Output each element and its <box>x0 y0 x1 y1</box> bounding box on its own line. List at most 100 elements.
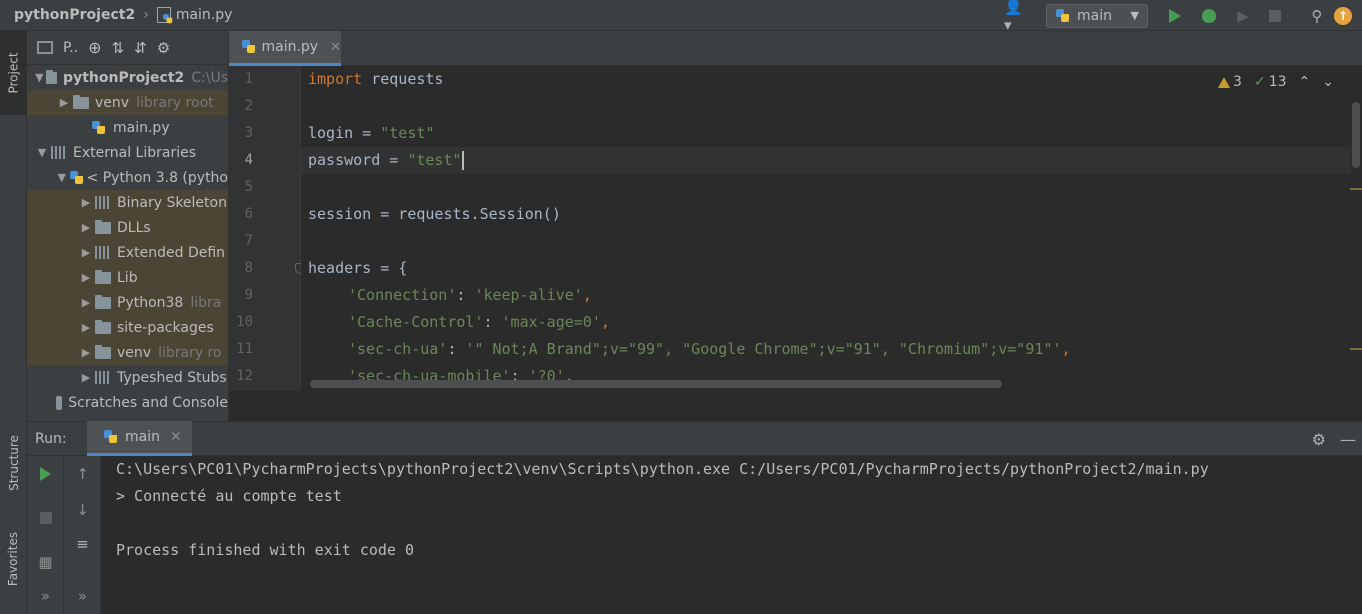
up-arrow-icon[interactable]: ↑ <box>64 460 101 488</box>
run-tool-window-header: Run: main ✕ ⚙ — <box>27 421 1362 456</box>
tab-label: main.py <box>261 39 319 55</box>
breadcrumb: pythonProject2 › main.py <box>0 7 233 24</box>
run-icon[interactable] <box>1162 3 1188 29</box>
close-icon[interactable]: ✕ <box>330 40 341 55</box>
code-line: login = "test" <box>308 124 435 142</box>
inspection-widget[interactable]: 3 ✓ 13 ⌃ ⌄ <box>1218 74 1334 90</box>
tree-item-external-libraries[interactable]: ▼ External Libraries <box>27 140 228 165</box>
console-line: > Connecté au compte test <box>116 487 342 505</box>
text-caret <box>461 151 464 170</box>
search-icon[interactable]: ⚲ <box>1304 3 1330 29</box>
line-number: 6 <box>244 206 253 222</box>
tree-item-project-root[interactable]: ▼ pythonProject2 C:\Us <box>27 65 228 90</box>
error-stripe-marker[interactable] <box>1350 188 1362 190</box>
tree-item-binary-skeletons[interactable]: ▶ Binary Skeleton <box>27 190 228 215</box>
check-icon: ✓ <box>1253 74 1266 90</box>
breadcrumb-file[interactable]: main.py <box>176 7 233 23</box>
breadcrumb-project[interactable]: pythonProject2 <box>14 7 135 23</box>
left-tool-strip: Project Structure Favorites <box>0 31 27 614</box>
code-line: import requests <box>308 70 444 88</box>
tree-item-lib[interactable]: ▶ Lib <box>27 265 228 290</box>
code-line: password = "test" <box>308 151 464 170</box>
console-actions-toolbar: ↑ ↓ ≡ » <box>64 456 101 614</box>
gear-icon[interactable]: ⚙ <box>157 39 170 57</box>
minimize-icon[interactable]: — <box>1340 430 1356 449</box>
code-line: session = requests.Session() <box>308 205 561 223</box>
code-editor[interactable]: import requests login = "test" password … <box>301 66 1351 391</box>
line-number: 4 <box>244 152 253 168</box>
run-configuration-label: main <box>1077 7 1112 24</box>
line-number: 9 <box>244 287 253 303</box>
code-line: 'Connection': 'keep-alive', <box>348 286 592 304</box>
tree-item-extended-definitions[interactable]: ▶ Extended Defin <box>27 240 228 265</box>
collapse-icon[interactable]: ⇵ <box>134 39 147 57</box>
line-number: 5 <box>244 179 253 195</box>
favorites-tool-tab[interactable]: Favorites <box>0 519 27 599</box>
project-view-select[interactable]: P.. <box>63 40 78 56</box>
user-icon[interactable]: 👤▾ <box>1004 0 1030 34</box>
line-number: 11 <box>236 341 253 357</box>
tab-main-py[interactable]: main.py ✕ <box>229 31 341 66</box>
debug-icon[interactable] <box>1196 3 1222 29</box>
warning-icon <box>1218 76 1231 88</box>
editor-vertical-scrollbar[interactable] <box>1352 102 1360 168</box>
stop-icon[interactable] <box>27 504 64 532</box>
line-number: 12 <box>236 368 253 384</box>
tree-item-python38[interactable]: ▶ Python38 libra <box>27 290 228 315</box>
line-number-gutter: 1 2 3 4 5 6 7 8 9 10 11 12 <box>229 66 301 391</box>
layout-icon[interactable]: ▦ <box>27 548 64 576</box>
project-tool-tab[interactable]: Project <box>0 31 27 115</box>
project-panel: P.. ⊕ ⇅ ⇵ ⚙ ▼ pythonProject2 C:\Us ▶ venv… <box>27 31 229 421</box>
line-number: 10 <box>236 314 253 330</box>
code-line: headers = { <box>308 259 408 277</box>
rerun-icon[interactable] <box>27 460 64 488</box>
line-number: 8 <box>244 260 253 276</box>
python-file-icon <box>156 7 173 24</box>
more-icon[interactable]: » <box>64 582 101 610</box>
tree-item-scratches[interactable]: Scratches and Console <box>27 390 228 415</box>
gear-icon[interactable]: ⚙ <box>1312 430 1326 449</box>
tree-item-venv[interactable]: ▶ venv library root <box>27 90 228 115</box>
editor-horizontal-scrollbar[interactable] <box>310 380 1002 388</box>
editor-tab-bar: main.py ✕ <box>229 31 1362 66</box>
console-line: C:\Users\PC01\PycharmProjects\pythonProj… <box>116 460 1209 478</box>
run-tab-main[interactable]: main ✕ <box>87 421 192 456</box>
tree-item-venv-lib[interactable]: ▶ venv library ro <box>27 340 228 365</box>
locate-icon[interactable]: ⊕ <box>88 38 101 57</box>
warnings-count: 3 <box>1218 74 1242 90</box>
more-icon[interactable]: » <box>27 582 64 610</box>
run-console[interactable]: C:\Users\PC01\PycharmProjects\pythonProj… <box>101 456 1362 614</box>
tree-item-dlls[interactable]: ▶ DLLs <box>27 215 228 240</box>
project-view-icon <box>37 41 53 54</box>
error-stripe-marker[interactable] <box>1350 348 1362 350</box>
run-tab-label: main <box>125 429 160 445</box>
run-configuration-select[interactable]: main ▼ <box>1046 3 1148 28</box>
close-icon[interactable]: ✕ <box>170 429 182 445</box>
update-icon[interactable]: ↑ <box>1330 3 1356 29</box>
tree-item-typeshed-stubs[interactable]: ▶ Typeshed Stubs <box>27 365 228 390</box>
breadcrumb-separator: › <box>143 7 149 23</box>
next-highlight-icon[interactable]: ⌄ <box>1322 74 1334 90</box>
line-number: 1 <box>244 71 253 87</box>
structure-tool-tab[interactable]: Structure <box>0 423 27 503</box>
python-icon <box>103 429 119 445</box>
expand-icon[interactable]: ⇅ <box>112 39 125 57</box>
navigation-bar: pythonProject2 › main.py 👤▾ main ▼ ▶ ⚲ ↑ <box>0 0 1362 34</box>
tree-item-python-sdk[interactable]: ▼ < Python 3.8 (pytho <box>27 165 228 190</box>
soft-wrap-icon[interactable]: ≡ <box>64 530 101 558</box>
previous-highlight-icon[interactable]: ⌃ <box>1299 74 1311 90</box>
tree-item-site-packages[interactable]: ▶ site-packages <box>27 315 228 340</box>
run-header-actions: ⚙ — <box>1312 422 1356 457</box>
coverage-icon[interactable]: ▶ <box>1230 3 1256 29</box>
tree-item-main-py[interactable]: main.py <box>27 115 228 140</box>
python-icon <box>241 39 256 55</box>
down-arrow-icon[interactable]: ↓ <box>64 496 101 524</box>
console-line: Process finished with exit code 0 <box>116 541 415 559</box>
line-number: 3 <box>244 125 253 141</box>
run-label: Run: <box>35 430 67 447</box>
chevron-down-icon: ▼ <box>1130 9 1139 22</box>
stop-icon[interactable] <box>1262 3 1288 29</box>
line-number: 2 <box>244 98 253 114</box>
project-toolbar: P.. ⊕ ⇅ ⇵ ⚙ <box>27 31 228 65</box>
main-toolbar: 👤▾ main ▼ ▶ ⚲ ↑ <box>1004 0 1362 34</box>
